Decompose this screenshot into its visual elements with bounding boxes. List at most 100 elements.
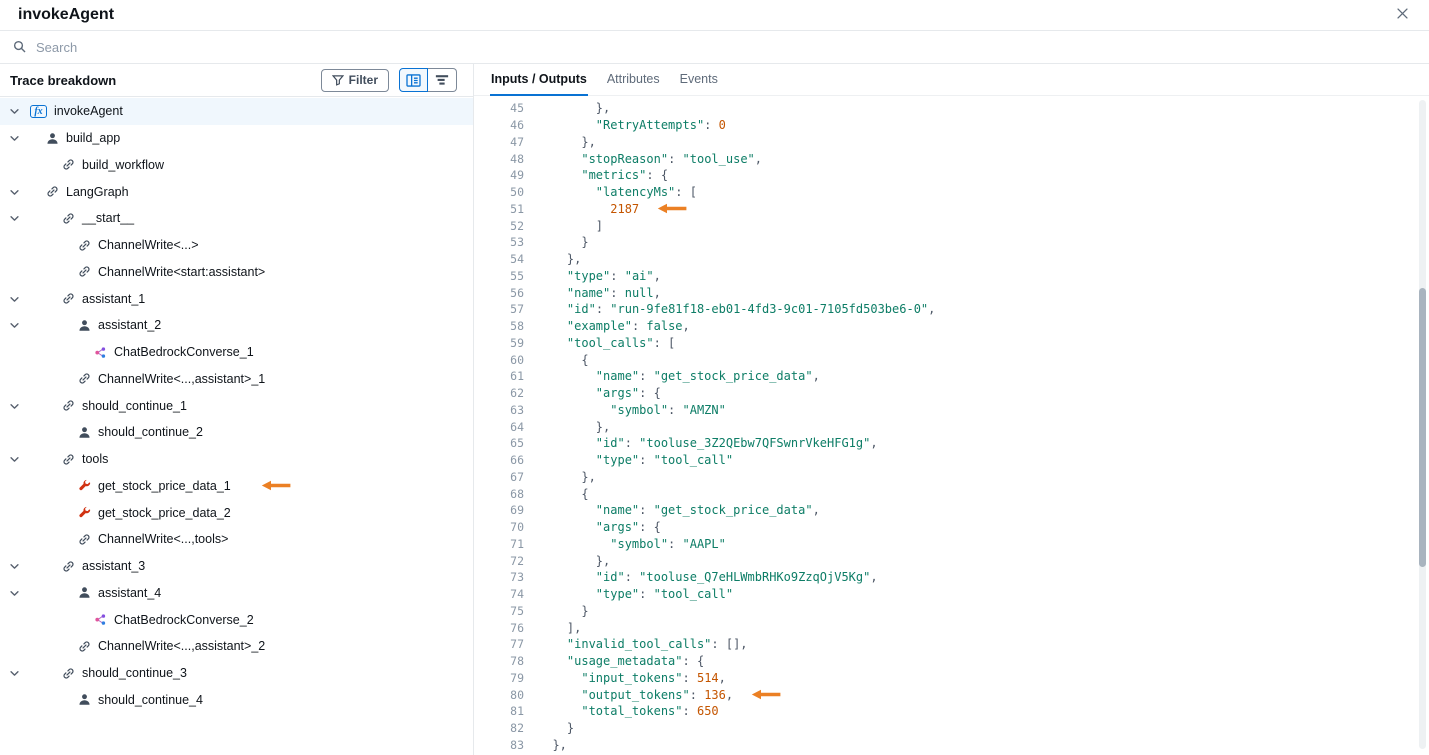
tree-item-label: tools bbox=[82, 452, 109, 467]
fx-icon: fx bbox=[30, 104, 47, 118]
tree-item[interactable]: LangGraph bbox=[0, 178, 473, 205]
tree-item[interactable]: should_continue_4 bbox=[0, 687, 473, 714]
code-text: "usage_metadata": { bbox=[566, 654, 705, 669]
code-line: 56 "name": null, bbox=[486, 284, 1429, 301]
tab-inputs-outputs[interactable]: Inputs / Outputs bbox=[490, 64, 588, 96]
tree-item[interactable]: fx invokeAgent bbox=[0, 98, 473, 125]
agent-icon bbox=[78, 426, 91, 439]
line-number: 60 bbox=[510, 352, 524, 367]
tree-item[interactable]: assistant_4 bbox=[0, 580, 473, 607]
line-number: 54 bbox=[510, 252, 524, 267]
code-line: 63 "symbol": "AMZN" bbox=[486, 402, 1429, 419]
tree-item-label: ChatBedrockConverse_1 bbox=[114, 345, 254, 360]
line-number: 62 bbox=[510, 386, 524, 401]
tree-item[interactable]: ChannelWrite<...> bbox=[0, 232, 473, 259]
code-viewer[interactable]: 45 }, 46 "RetryAttempts": 0 47 }, 48 "stopR… bbox=[474, 96, 1429, 755]
line-number: 46 bbox=[510, 118, 524, 133]
window-header: invokeAgent bbox=[0, 0, 1429, 31]
code-line: 60 { bbox=[486, 351, 1429, 368]
code-text: "id": "tooluse_3Z2QEbw7QFSwnrVkeHFG1g", bbox=[595, 436, 878, 451]
code-line: 45 }, bbox=[486, 100, 1429, 117]
code-text: ], bbox=[538, 620, 582, 635]
tree-item[interactable]: ChannelWrite<start:assistant> bbox=[0, 259, 473, 286]
chevron-down-icon[interactable] bbox=[9, 401, 20, 412]
line-number: 53 bbox=[510, 235, 524, 250]
line-number: 59 bbox=[510, 335, 524, 350]
code-line: 67 }, bbox=[486, 469, 1429, 486]
tree-item[interactable]: build_app bbox=[0, 125, 473, 152]
tree-item-label: assistant_4 bbox=[98, 585, 162, 600]
code-text: "id": "tooluse_Q7eHLWmbRHKo9ZzqOjV5Kg", bbox=[595, 570, 878, 585]
tree-item[interactable]: get_stock_price_data_2 bbox=[0, 499, 473, 526]
code-line: 72 }, bbox=[486, 552, 1429, 569]
tree-item[interactable]: ChannelWrite<...,tools> bbox=[0, 526, 473, 553]
tree-item[interactable]: should_continue_1 bbox=[0, 392, 473, 419]
code-text: ] bbox=[538, 218, 604, 233]
tree-view-toggle-button[interactable] bbox=[399, 68, 428, 92]
code-text: "tool_calls": [ bbox=[566, 335, 676, 350]
scrollbar-thumb[interactable] bbox=[1419, 288, 1426, 568]
timeline-view-toggle-button[interactable] bbox=[428, 68, 457, 92]
chevron-down-icon[interactable] bbox=[9, 133, 20, 144]
line-number: 50 bbox=[510, 185, 524, 200]
chevron-down-icon[interactable] bbox=[9, 588, 20, 599]
tree-item[interactable]: get_stock_price_data_1 bbox=[0, 473, 473, 500]
line-number: 71 bbox=[510, 536, 524, 551]
chevron-down-icon[interactable] bbox=[9, 294, 20, 305]
tree-item-label: get_stock_price_data_2 bbox=[98, 505, 231, 520]
tab-attributes[interactable]: Attributes bbox=[606, 64, 661, 96]
tree-item[interactable]: assistant_1 bbox=[0, 285, 473, 312]
chain-icon bbox=[78, 372, 91, 385]
search-input[interactable]: Search bbox=[36, 40, 77, 55]
code-line: 81 "total_tokens": 650 bbox=[486, 703, 1429, 720]
tree-item[interactable]: ChannelWrite<...,assistant>_1 bbox=[0, 366, 473, 393]
chevron-down-icon[interactable] bbox=[9, 561, 20, 572]
code-text: }, bbox=[538, 737, 567, 752]
tree-item[interactable]: __start__ bbox=[0, 205, 473, 232]
code-line: 55 "type": "ai", bbox=[486, 268, 1429, 285]
code-line: 54 }, bbox=[486, 251, 1429, 268]
tree-item[interactable]: tools bbox=[0, 446, 473, 473]
code-line: 65 "id": "tooluse_3Z2QEbw7QFSwnrVkeHFG1g… bbox=[486, 435, 1429, 452]
main-content: Trace breakdown Filter fx invokeAgent buil… bbox=[0, 64, 1429, 755]
tree-item-label: ChannelWrite<start:assistant> bbox=[98, 264, 266, 279]
code-text: "type": "tool_call" bbox=[595, 587, 734, 602]
tree-item[interactable]: ChannelWrite<...,assistant>_2 bbox=[0, 633, 473, 660]
tool-icon bbox=[78, 479, 91, 492]
tree-item-label: ChatBedrockConverse_2 bbox=[114, 612, 254, 627]
tab-events[interactable]: Events bbox=[679, 64, 719, 96]
search-bar[interactable]: Search bbox=[0, 31, 1429, 64]
tree-item-label: assistant_1 bbox=[82, 291, 146, 306]
chevron-down-icon[interactable] bbox=[9, 454, 20, 465]
tree-item-label: __start__ bbox=[82, 211, 135, 226]
code-line: 68 { bbox=[486, 485, 1429, 502]
tree-view-icon bbox=[406, 73, 421, 87]
chevron-down-icon[interactable] bbox=[9, 320, 20, 331]
chevron-down-icon[interactable] bbox=[9, 668, 20, 679]
chevron-down-icon[interactable] bbox=[9, 213, 20, 224]
vertical-scrollbar[interactable] bbox=[1419, 100, 1426, 749]
tree-item[interactable]: assistant_3 bbox=[0, 553, 473, 580]
tree-item[interactable]: assistant_2 bbox=[0, 312, 473, 339]
line-number: 58 bbox=[510, 319, 524, 334]
code-text: "type": "ai", bbox=[566, 268, 661, 283]
code-line: 77 "invalid_tool_calls": [], bbox=[486, 636, 1429, 653]
tree-item[interactable]: ChatBedrockConverse_1 bbox=[0, 339, 473, 366]
tree-item[interactable]: build_workflow bbox=[0, 152, 473, 179]
line-number: 66 bbox=[510, 453, 524, 468]
code-text: }, bbox=[538, 469, 596, 484]
tree-item[interactable]: should_continue_2 bbox=[0, 419, 473, 446]
tree-item[interactable]: ChatBedrockConverse_2 bbox=[0, 606, 473, 633]
chain-icon bbox=[78, 265, 91, 278]
chevron-down-icon[interactable] bbox=[9, 106, 20, 117]
code-line: 48 "stopReason": "tool_use", bbox=[486, 150, 1429, 167]
code-text: }, bbox=[538, 134, 596, 149]
code-line: 59 "tool_calls": [ bbox=[486, 335, 1429, 352]
tree-item-label: ChannelWrite<...> bbox=[98, 238, 199, 253]
close-button[interactable] bbox=[1391, 4, 1413, 26]
detail-panel: Inputs / Outputs Attributes Events 45 }, 46… bbox=[474, 64, 1429, 755]
chevron-down-icon[interactable] bbox=[9, 187, 20, 198]
search-icon bbox=[13, 40, 27, 54]
filter-button[interactable]: Filter bbox=[320, 68, 389, 92]
tree-item[interactable]: should_continue_3 bbox=[0, 660, 473, 687]
